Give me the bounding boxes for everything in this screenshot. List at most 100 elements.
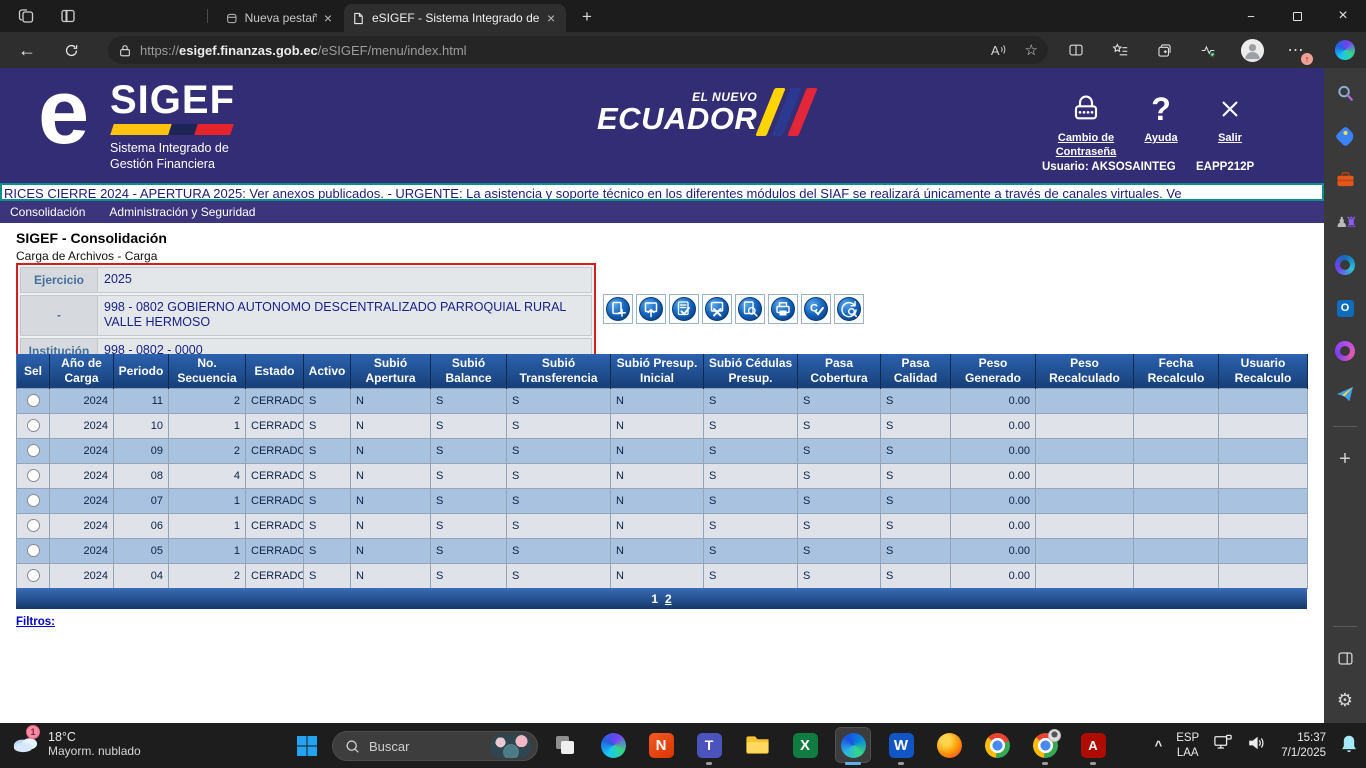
validate-file-button[interactable] (669, 294, 699, 324)
split-screen-icon[interactable] (1063, 37, 1089, 63)
cell-subio_balance: S (431, 413, 507, 438)
ecuador-stripes (756, 88, 818, 136)
row-select-radio[interactable] (27, 394, 40, 407)
browser-essentials-icon[interactable] (1195, 37, 1221, 63)
table-row: 2024112CERRADOSNSSNSSS0.00 (17, 388, 1308, 413)
new-document-button[interactable] (603, 294, 633, 324)
address-bar[interactable]: https://esigef.finanzas.gob.ec/eSIGEF/me… (108, 36, 1048, 64)
nitro-pdf-icon[interactable] (644, 728, 678, 762)
exit-button[interactable]: Salir (1200, 86, 1260, 146)
column-header-subio_balance: Subió Balance (431, 354, 507, 388)
sidebar-divider (1333, 626, 1357, 627)
favorites-list-icon[interactable] (1107, 37, 1133, 63)
cell-subio_cedulas_presup: S (704, 563, 798, 588)
restore-button[interactable] (1274, 0, 1320, 32)
page-link-2[interactable]: 2 (665, 592, 672, 606)
row-select-radio[interactable] (27, 569, 40, 582)
volume-icon[interactable] (1247, 734, 1267, 757)
clock[interactable]: 15:377/1/2025 (1281, 731, 1326, 761)
m365-icon[interactable] (1334, 254, 1356, 276)
tab-actions-icon[interactable] (58, 6, 78, 26)
sidebar-panel-icon[interactable] (1334, 647, 1356, 669)
cell-peso_recalculado (1036, 463, 1134, 488)
settings-more-icon[interactable]: ⋯ ↑ (1283, 37, 1309, 63)
taskbar-search[interactable]: Buscar (332, 731, 538, 761)
favorite-star-icon[interactable]: ☆ (1025, 41, 1038, 59)
chrome-alt-icon[interactable] (1028, 728, 1062, 762)
ecuador-logo: EL NUEVO ECUADOR (597, 88, 808, 136)
copilot-icon[interactable] (1332, 37, 1358, 63)
tab-nueva-pestana[interactable]: Nueva pestaña × (218, 4, 340, 32)
network-icon[interactable] (1213, 734, 1233, 757)
search-sidebar-icon[interactable] (1334, 82, 1356, 104)
acrobat-icon[interactable] (1076, 728, 1110, 762)
row-select-radio[interactable] (27, 444, 40, 457)
cell-subio_presup_inicial: N (611, 488, 704, 513)
chrome-icon[interactable] (980, 728, 1014, 762)
excel-icon[interactable] (788, 728, 822, 762)
back-icon[interactable]: ← (14, 37, 40, 63)
collections-icon[interactable] (1151, 37, 1177, 63)
row-select-radio[interactable] (27, 419, 40, 432)
sidebar-settings-icon[interactable]: ⚙ (1334, 689, 1356, 711)
task-view-icon[interactable] (548, 728, 582, 762)
notification-bell-icon[interactable] (1340, 734, 1358, 758)
help-button[interactable]: ? Ayuda (1132, 86, 1190, 146)
edge-icon[interactable] (836, 728, 870, 762)
cell-pasa_cobertura: S (798, 388, 881, 413)
tab-title: Nueva pestaña (245, 11, 317, 25)
refresh-icon[interactable] (58, 37, 84, 63)
profile-avatar[interactable] (1239, 37, 1265, 63)
firefox-icon[interactable] (932, 728, 966, 762)
row-select-radio[interactable] (27, 544, 40, 557)
copilot-icon[interactable] (596, 728, 630, 762)
change-password-button[interactable]: Cambio de Contraseña (1040, 86, 1132, 160)
tab-close-icon[interactable]: × (324, 11, 332, 25)
teams-icon[interactable] (692, 728, 726, 762)
column-header-subio_apertura: Subió Apertura (351, 354, 431, 388)
menu-consolidacion[interactable]: Consolidación (10, 205, 85, 219)
word-icon[interactable] (884, 728, 918, 762)
plane-icon[interactable] (1334, 383, 1356, 405)
search-placeholder: Buscar (369, 739, 481, 754)
delete-file-button[interactable] (702, 294, 732, 324)
recalculate-button[interactable] (834, 294, 864, 324)
read-aloud-icon[interactable]: A (991, 43, 1007, 58)
drop-icon[interactable] (1334, 340, 1356, 362)
close-button[interactable]: × (1320, 0, 1366, 32)
cell-peso_generado: 0.00 (951, 463, 1036, 488)
cell-subio_balance: S (431, 438, 507, 463)
explorer-icon[interactable] (740, 728, 774, 762)
start-button[interactable] (292, 731, 322, 761)
menu-administracion[interactable]: Administración y Seguridad (109, 205, 255, 219)
row-select-radio[interactable] (27, 469, 40, 482)
add-sidebar-icon[interactable]: + (1334, 448, 1356, 470)
cell-pasa_calidad: S (881, 438, 951, 463)
minimize-button[interactable]: − (1228, 0, 1274, 32)
tools-icon[interactable] (1334, 168, 1356, 190)
main-menu: Consolidación Administración y Seguridad (0, 201, 1324, 223)
entidad-value: 998 - 0802 GOBIERNO AUTONOMO DESCENTRALI… (98, 295, 592, 336)
tab-close-icon[interactable]: × (547, 11, 555, 25)
quality-check-button[interactable]: C (801, 294, 831, 324)
language-indicator[interactable]: ESPLAA (1176, 731, 1199, 761)
row-select-radio[interactable] (27, 494, 40, 507)
outlook-icon[interactable]: O (1334, 297, 1356, 319)
games-icon[interactable]: ♟♜ (1334, 211, 1356, 233)
new-tab-button[interactable]: + (582, 7, 592, 27)
column-header-subio_presup_inicial: Subió Presup. Inicial (611, 354, 704, 388)
action-toolbar: C (603, 294, 864, 324)
newtab-page-icon (226, 12, 238, 25)
weather-widget[interactable]: 1 18°C Mayorm. nublado (10, 728, 141, 759)
cell-peso_generado: 0.00 (951, 563, 1036, 588)
preview-file-button[interactable] (735, 294, 765, 324)
row-select-radio[interactable] (27, 519, 40, 532)
filters-link[interactable]: Filtros: (16, 616, 55, 628)
workspaces-icon[interactable] (16, 6, 36, 26)
upload-file-button[interactable] (636, 294, 666, 324)
cell-no_secuencia: 1 (169, 413, 246, 438)
print-button[interactable] (768, 294, 798, 324)
tray-chevron-icon[interactable]: ^ (1155, 738, 1163, 753)
tab-esigef[interactable]: eSIGEF - Sistema Integrado de G × (344, 4, 566, 32)
shopping-icon[interactable] (1334, 125, 1356, 147)
